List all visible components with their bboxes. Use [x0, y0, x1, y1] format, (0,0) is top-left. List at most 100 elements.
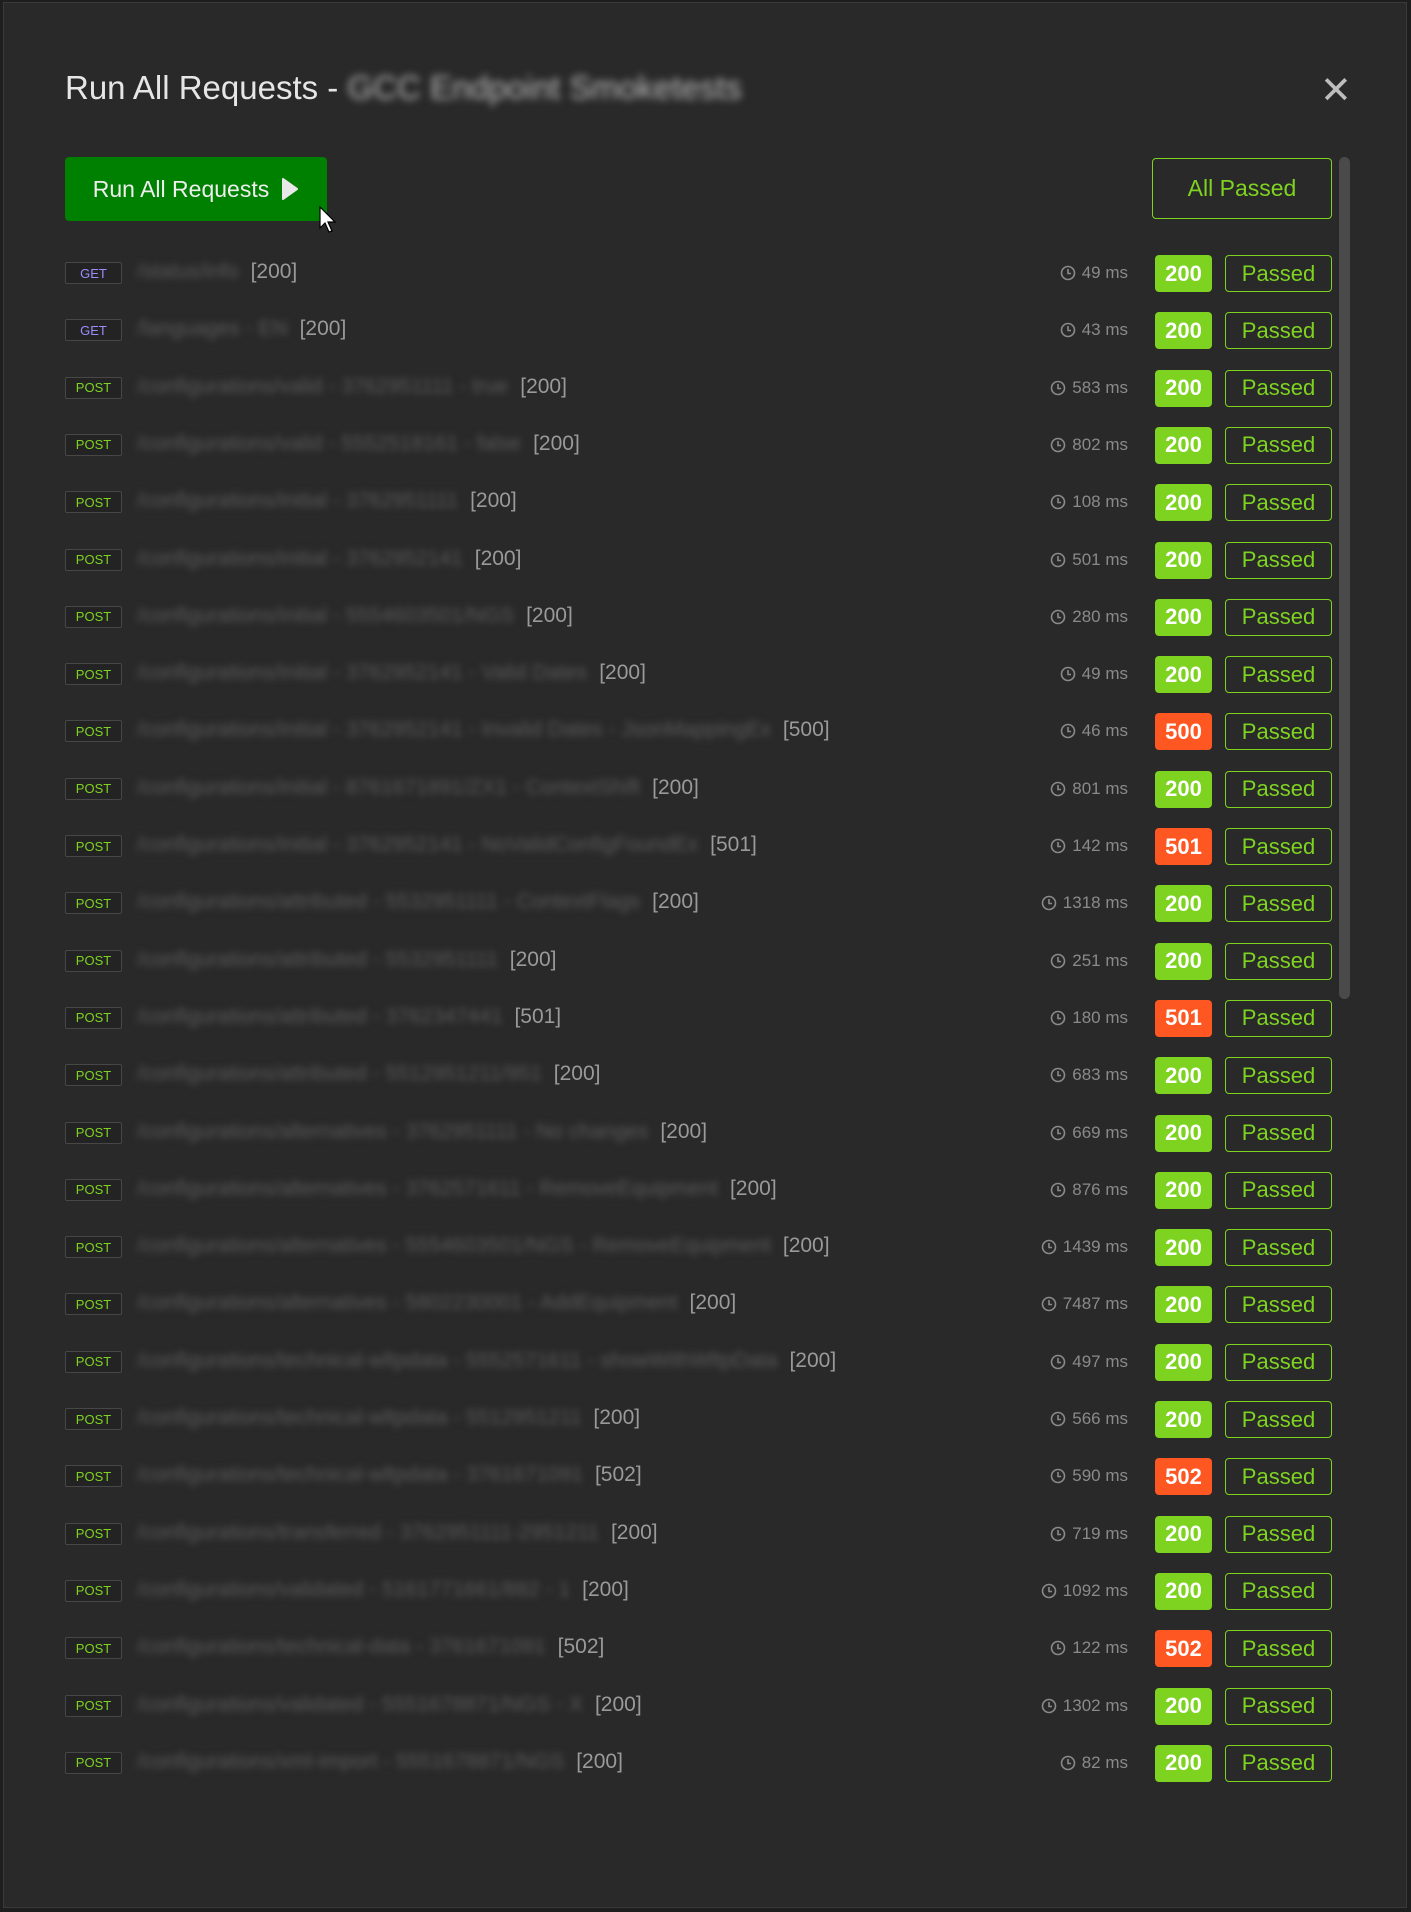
request-path: /configurations/technical-data - 3761671… — [137, 1635, 546, 1659]
method-badge: POST — [65, 1579, 122, 1602]
method-badge: POST — [65, 892, 122, 915]
request-path: /status/info — [137, 260, 239, 283]
response-time: 251 ms — [1050, 951, 1128, 971]
response-time: 501 ms — [1050, 550, 1128, 570]
method-badge: POST — [65, 1121, 122, 1144]
clock-icon — [1050, 609, 1066, 625]
expected-code: [200] — [470, 489, 517, 513]
test-result-badge: Passed — [1225, 656, 1332, 694]
request-name: /configurations/technical-wltpdata - 551… — [137, 1406, 640, 1430]
method-badge: GET — [65, 262, 122, 284]
test-result-badge: Passed — [1225, 1057, 1332, 1095]
request-name: /configurations/transferred - 3762951111… — [137, 1521, 658, 1545]
response-time: 1302 ms — [1041, 1696, 1128, 1716]
request-path: /configurations/alternatives - 580223000… — [137, 1291, 678, 1315]
request-name: /configurations/initial - 5554603501/NGS… — [137, 604, 573, 628]
response-time: 1318 ms — [1041, 893, 1128, 913]
request-name: /configurations/alternatives - 376295111… — [137, 1120, 707, 1144]
method-badge: POST — [65, 1522, 122, 1545]
status-code-badge: 200 — [1155, 1343, 1212, 1381]
clock-icon — [1050, 1354, 1066, 1369]
request-row[interactable]: POST /configurations/initial - 876167189… — [4, 761, 1334, 818]
time-value: 719 ms — [1072, 1523, 1128, 1543]
request-row[interactable]: POST /configurations/initial - 376295214… — [4, 646, 1334, 703]
request-path: /configurations/valid - 3762951111 - tru… — [137, 374, 509, 398]
time-value: 122 ms — [1072, 1638, 1128, 1658]
request-row[interactable]: POST /configurations/validated - 5551678… — [4, 1678, 1334, 1735]
expected-code: [200] — [509, 947, 557, 971]
method-badge: POST — [65, 835, 122, 857]
close-icon[interactable]: ✕ — [1320, 71, 1352, 111]
expected-code: [200] — [660, 1119, 708, 1143]
request-row[interactable]: POST /configurations/attributed - 553295… — [4, 933, 1334, 990]
request-path: /configurations/attributed - 5532951111 — [137, 947, 498, 971]
request-name: /status/info [200] — [137, 260, 297, 284]
request-row[interactable]: POST /configurations/technical-data - 37… — [4, 1620, 1334, 1677]
request-row[interactable]: POST /configurations/alternatives - 3762… — [4, 1105, 1334, 1162]
request-path: /configurations/alternatives - 555460350… — [137, 1234, 771, 1258]
request-row[interactable]: POST /configurations/validated - 5161771… — [4, 1563, 1334, 1620]
request-row[interactable]: POST /configurations/valid - 5552518161 … — [4, 417, 1334, 474]
expected-code: [200] — [533, 431, 580, 455]
request-path: /configurations/validated - 5551678871/N… — [137, 1692, 583, 1716]
request-row[interactable]: POST /configurations/attributed - 376234… — [4, 990, 1334, 1047]
expected-code: [200] — [599, 661, 646, 685]
status-code-badge: 200 — [1155, 1572, 1212, 1610]
run-all-requests-button[interactable]: Run All Requests — [65, 157, 327, 221]
request-row[interactable]: POST /configurations/alternatives - 5554… — [4, 1219, 1334, 1276]
request-row[interactable]: POST /configurations/transferred - 37629… — [4, 1506, 1334, 1563]
status-code-badge: 200 — [1155, 541, 1212, 579]
request-row[interactable]: POST /configurations/initial - 376295111… — [4, 474, 1334, 531]
request-row[interactable]: POST /configurations/technical-wltpdata … — [4, 1391, 1334, 1448]
request-path: /configurations/initial - 8761671891/ZX1… — [137, 775, 641, 799]
request-row[interactable]: GET /languages - EN [200] 43 ms 200 Passe… — [4, 302, 1334, 359]
request-row[interactable]: GET /status/info [200] 49 ms 200 Passed — [4, 245, 1334, 302]
request-row[interactable]: POST /configurations/initial - 376295214… — [4, 703, 1334, 760]
expected-code: [200] — [526, 603, 573, 627]
request-row[interactable]: POST /configurations/xml-import - 555167… — [4, 1735, 1334, 1792]
expected-code: [200] — [553, 1062, 601, 1086]
status-code-badge: 502 — [1155, 1630, 1212, 1668]
time-value: 280 ms — [1072, 606, 1128, 626]
request-row[interactable]: POST /configurations/attributed - 553295… — [4, 875, 1334, 932]
method-badge: POST — [65, 491, 122, 514]
method-badge: POST — [65, 605, 122, 628]
response-time: 1092 ms — [1041, 1581, 1128, 1601]
method-badge: POST — [65, 1293, 122, 1316]
request-row[interactable]: POST /configurations/initial - 376295214… — [4, 818, 1334, 875]
method-badge: POST — [65, 1408, 122, 1430]
expected-code: [200] — [652, 775, 699, 799]
request-name: /configurations/valid - 5552518161 - fal… — [137, 432, 580, 456]
request-name: /configurations/initial - 8761671891/ZX1… — [137, 776, 699, 800]
test-result-badge: Passed — [1225, 1687, 1332, 1725]
request-row[interactable]: POST /configurations/alternatives - 5802… — [4, 1276, 1334, 1333]
status-code-badge: 200 — [1155, 1114, 1212, 1152]
status-code-badge: 200 — [1155, 598, 1212, 636]
time-value: 82 ms — [1081, 1752, 1128, 1772]
request-path: /configurations/initial - 5554603501/NGS — [137, 603, 515, 627]
test-result-badge: Passed — [1225, 1744, 1332, 1782]
method-badge: POST — [65, 720, 122, 743]
scrollbar[interactable] — [1339, 157, 1350, 1807]
request-row[interactable]: POST /configurations/valid - 3762951111 … — [4, 360, 1334, 417]
request-path: /configurations/valid - 5552518161 - fal… — [137, 431, 522, 455]
request-path: /configurations/attributed - 5512951211/… — [137, 1062, 542, 1086]
expected-code: [200] — [520, 374, 567, 398]
request-row[interactable]: POST /configurations/initial - 555460350… — [4, 589, 1334, 646]
request-row[interactable]: POST /configurations/technical-wltpdata … — [4, 1448, 1334, 1505]
request-row[interactable]: POST /configurations/attributed - 551295… — [4, 1047, 1334, 1104]
request-row[interactable]: POST /configurations/initial - 376295214… — [4, 532, 1334, 589]
collection-name: GCC Endpoint Smoketests — [347, 69, 742, 106]
request-list: GET /status/info [200] 49 ms 200 Passed G… — [4, 245, 1334, 1807]
title-prefix: Run All Requests - — [65, 69, 348, 106]
test-result-badge: Passed — [1225, 1229, 1332, 1267]
expected-code: [200] — [689, 1291, 737, 1315]
scrollbar-thumb[interactable] — [1339, 157, 1350, 999]
time-value: 49 ms — [1081, 263, 1128, 282]
response-time: 802 ms — [1050, 435, 1128, 455]
request-row[interactable]: POST /configurations/alternatives - 3762… — [4, 1162, 1334, 1219]
request-path: /configurations/initial - 3762952141 - N… — [137, 833, 699, 856]
method-badge: POST — [65, 1064, 122, 1087]
dialog-title: Run All Requests - GCC Endpoint Smoketes… — [65, 69, 742, 107]
request-row[interactable]: POST /configurations/technical-wltpdata … — [4, 1334, 1334, 1391]
